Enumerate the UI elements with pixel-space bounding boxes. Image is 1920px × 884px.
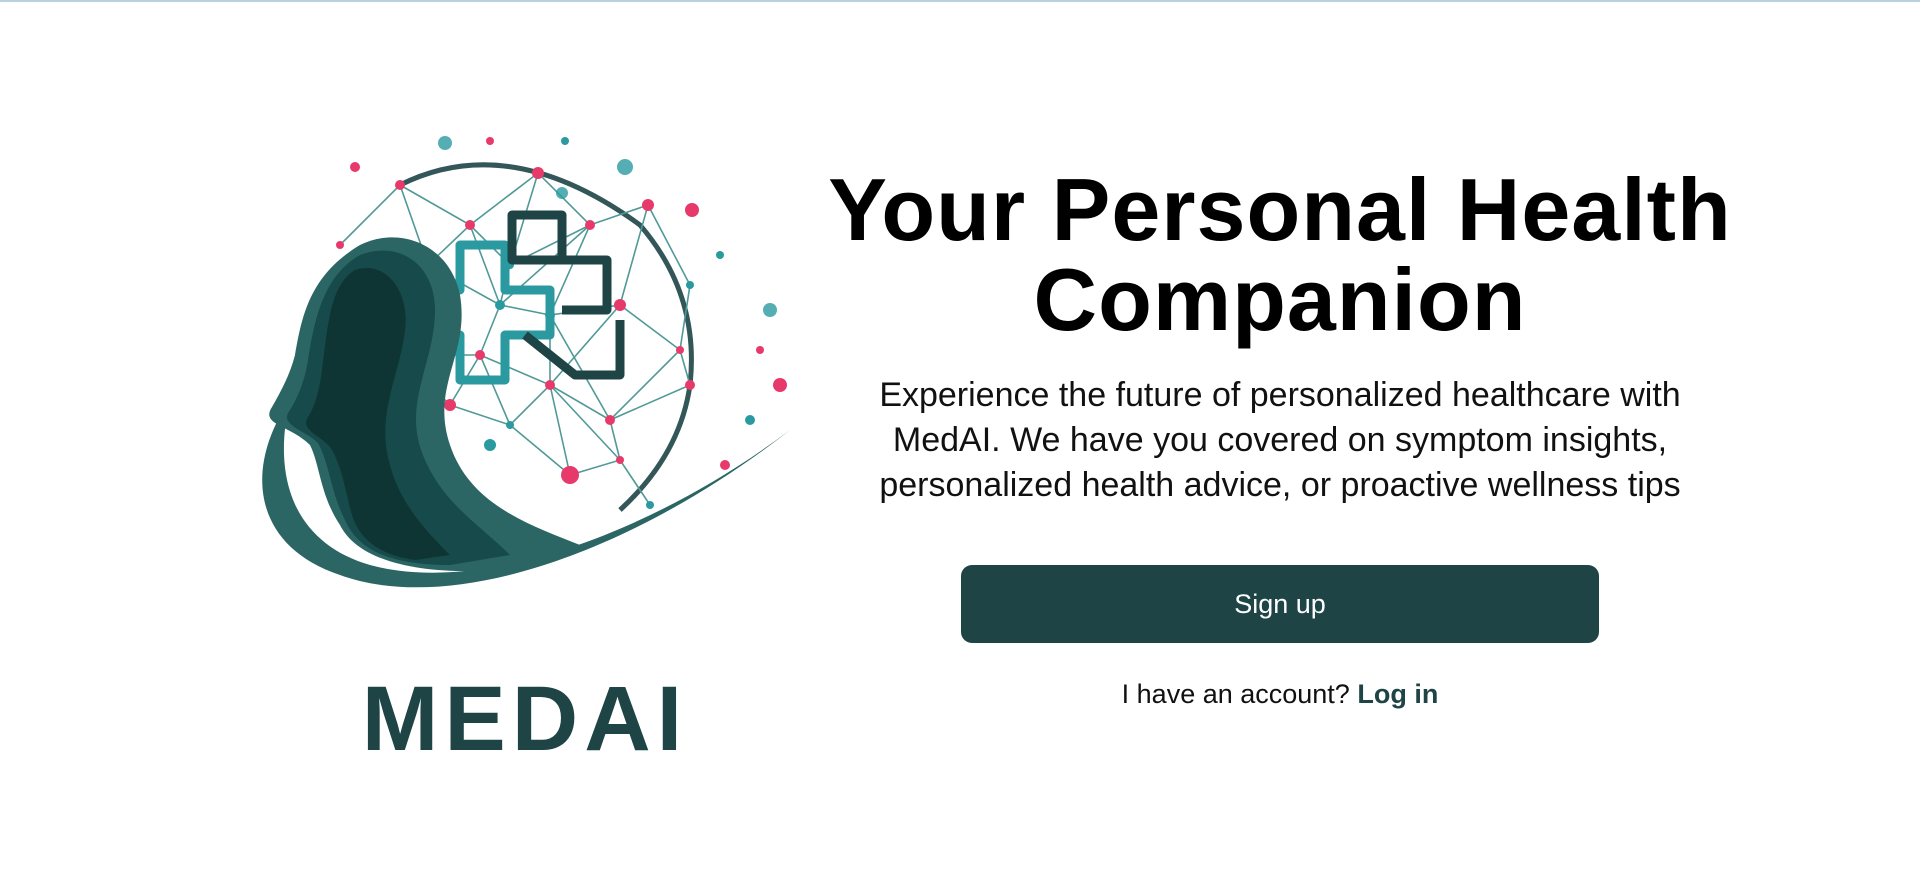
head-network-icon: MEDAI bbox=[262, 136, 790, 765]
login-link[interactable]: Log in bbox=[1357, 679, 1438, 709]
signup-button[interactable]: Sign up bbox=[961, 565, 1599, 643]
hero-description: Experience the future of personalized he… bbox=[879, 376, 1681, 504]
landing-page: MEDAI Your Personal Health Companion Exp… bbox=[0, 0, 1920, 884]
page-title: Your Personal Health Companion bbox=[828, 160, 1732, 349]
login-prompt-row: I have an account? Log in bbox=[810, 679, 1750, 710]
hero-section: Your Personal Health Companion Experienc… bbox=[810, 165, 1750, 710]
medai-logo: MEDAI bbox=[250, 125, 800, 765]
medai-wordmark: MEDAI bbox=[362, 668, 688, 765]
login-prompt-text: I have an account? bbox=[1121, 679, 1350, 709]
